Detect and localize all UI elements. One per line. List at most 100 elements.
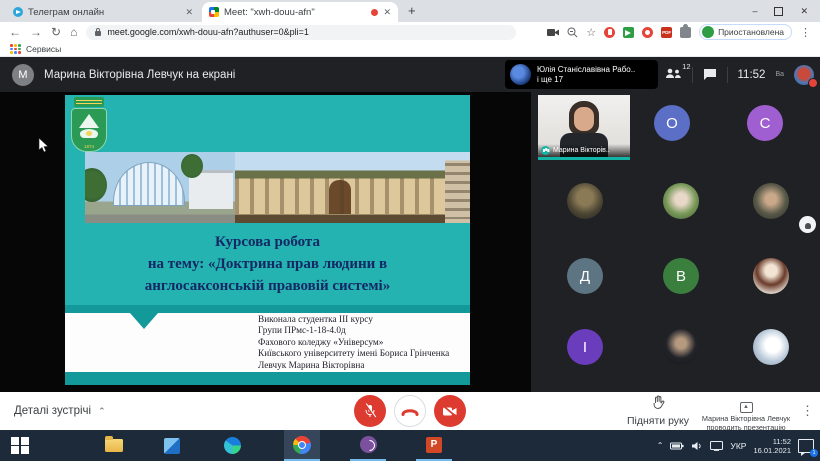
- camera-in-use-icon[interactable]: [547, 28, 559, 37]
- camera-off-button[interactable]: [434, 395, 466, 427]
- viber-icon: [360, 436, 377, 453]
- meet-clock: 11:52: [738, 69, 766, 81]
- chat-icon[interactable]: [703, 68, 717, 81]
- photos-icon: [164, 438, 180, 454]
- participant-photo-avatar[interactable]: [663, 329, 699, 365]
- browser-tab-meet[interactable]: Meet: "xwh-douu-afn" ✕: [202, 2, 398, 22]
- tray-expand-icon[interactable]: ⌃: [657, 441, 664, 450]
- notification-count-badge: 1: [810, 449, 818, 457]
- participant-photo-avatar[interactable]: [753, 258, 789, 294]
- audio-activity-icon: [541, 146, 550, 155]
- presenter-active-underline: [538, 157, 630, 160]
- restore-button[interactable]: [774, 7, 783, 16]
- profile-pill[interactable]: Приостановлена: [699, 24, 792, 40]
- hand-icon: [652, 395, 665, 409]
- person-icon: [805, 223, 811, 229]
- language-indicator[interactable]: УКР: [730, 441, 746, 451]
- participant-photo-avatar[interactable]: [753, 183, 789, 219]
- video-off-icon: [442, 405, 458, 418]
- url-text: meet.google.com/xwh-douu-afn?authuser=0&…: [107, 27, 309, 37]
- toolbar-right: ☆ PDF Приостановлена ⋮: [547, 24, 811, 40]
- participant-photo-avatar[interactable]: [753, 329, 789, 365]
- viber-button[interactable]: [350, 430, 386, 461]
- windows-taskbar: P ⌃ УКР 11:52 16.01.2021 1: [0, 430, 820, 461]
- phone-hangup-icon: [401, 407, 419, 416]
- taskbar-clock[interactable]: 11:52 16.01.2021: [753, 437, 791, 455]
- meet-stage: 1874 Курсова робота на тему: «Доктрина п…: [0, 92, 820, 392]
- presenter-video-tile[interactable]: Марина Вікторів..: [538, 95, 630, 157]
- extensions-puzzle-icon[interactable]: [680, 27, 691, 38]
- participant-photo-avatar[interactable]: [663, 183, 699, 219]
- mic-mute-button[interactable]: [354, 395, 386, 427]
- participants-icon[interactable]: 12: [665, 66, 682, 84]
- tab-title: Meet: "xwh-douu-afn": [224, 7, 366, 18]
- account-avatar[interactable]: [794, 65, 814, 85]
- bookmark-services[interactable]: Сервисы: [26, 44, 61, 54]
- participant-photo-avatar[interactable]: [567, 183, 603, 219]
- browser-toolbar: ← → ↻ ⌂ meet.google.com/xwh-douu-afn?aut…: [0, 22, 820, 42]
- battery-icon[interactable]: [670, 442, 684, 450]
- home-icon[interactable]: ⌂: [70, 26, 77, 38]
- profile-avatar: [702, 26, 714, 38]
- join-toast[interactable]: Юлія Станіславівна Рабо.. і ще 17: [505, 60, 658, 89]
- raise-hand-button[interactable]: Підняти руку: [622, 395, 694, 427]
- start-button[interactable]: [2, 430, 38, 461]
- floating-person-button[interactable]: [799, 216, 816, 233]
- tab-title: Телеграм онлайн: [28, 7, 180, 18]
- end-call-button[interactable]: [394, 395, 426, 427]
- zoom-out-icon[interactable]: [567, 27, 578, 38]
- chrome-button[interactable]: [284, 430, 320, 461]
- screen-share-area: 1874 Курсова робота на тему: «Доктрина п…: [0, 92, 531, 392]
- powerpoint-button[interactable]: P: [416, 430, 452, 461]
- tab-close-icon[interactable]: ✕: [383, 7, 391, 18]
- forward-icon[interactable]: →: [30, 26, 42, 38]
- meeting-details-button[interactable]: Деталі зустрічі ⌃: [14, 405, 106, 417]
- campus-photo-strip: [85, 152, 470, 223]
- adblock-extension-icon[interactable]: [604, 27, 615, 38]
- slide-credits-box: Виконала студентка ІІІ курсу Групи ПРмс-…: [65, 313, 470, 372]
- speaker-icon[interactable]: [691, 441, 703, 451]
- notification-badge-icon: [808, 78, 818, 88]
- network-icon[interactable]: [710, 441, 723, 451]
- back-icon[interactable]: ←: [9, 26, 21, 38]
- close-button[interactable]: ✕: [800, 6, 808, 17]
- apps-grid-icon[interactable]: [10, 44, 21, 54]
- participant-avatar-c[interactable]: C: [747, 105, 783, 141]
- meet-header-right: 12 11:52 Ва: [665, 57, 815, 92]
- slide-photo-yellow-building: [235, 152, 445, 223]
- presenter-avatar: М: [12, 64, 34, 86]
- red-ring-extension-icon[interactable]: [642, 27, 653, 38]
- meet-icon: [209, 7, 219, 17]
- edge-button[interactable]: [214, 430, 250, 461]
- more-options-icon[interactable]: ⋮: [801, 403, 814, 419]
- university-logo: 1874: [71, 97, 107, 157]
- minimize-button[interactable]: –: [752, 6, 757, 16]
- browser-menu-icon[interactable]: ⋮: [800, 26, 811, 39]
- new-tab-button[interactable]: +: [408, 3, 416, 18]
- logo-lotus-icon: [80, 129, 98, 138]
- participant-avatar-v[interactable]: В: [663, 258, 699, 294]
- green-extension-icon[interactable]: [623, 27, 634, 38]
- participant-avatar-d[interactable]: Д: [567, 258, 603, 294]
- participant-avatar-i[interactable]: І: [567, 329, 603, 365]
- slide-bottom-band: [65, 372, 470, 385]
- address-bar[interactable]: meet.google.com/xwh-douu-afn?authuser=0&…: [86, 25, 516, 40]
- tab-close-icon[interactable]: ✕: [185, 7, 193, 18]
- pdf-extension-icon[interactable]: PDF: [661, 27, 672, 38]
- chevron-up-icon: ⌃: [98, 406, 106, 417]
- presenting-status[interactable]: ▲ Марина Вікторівна Левчук проводить пре…: [700, 395, 792, 432]
- action-center-icon[interactable]: 1: [798, 439, 814, 453]
- photos-app-button[interactable]: [154, 430, 190, 461]
- bookmark-star-icon[interactable]: ☆: [586, 26, 596, 39]
- participant-avatar-o[interactable]: O: [654, 105, 690, 141]
- slide-divider-band: [65, 305, 470, 313]
- folder-icon: [105, 439, 123, 452]
- toast-text: Юлія Станіславівна Рабо.. і ще 17: [537, 65, 635, 85]
- reload-icon[interactable]: ↻: [51, 26, 61, 38]
- file-explorer-button[interactable]: [96, 430, 132, 461]
- present-screen-icon: ▲: [740, 402, 753, 413]
- account-short-label: Ва: [775, 71, 784, 78]
- profile-status-label: Приостановлена: [718, 27, 784, 37]
- browser-tab-telegram[interactable]: Телеграм онлайн ✕: [6, 2, 200, 22]
- slide-photo-glass-dome: [85, 152, 235, 223]
